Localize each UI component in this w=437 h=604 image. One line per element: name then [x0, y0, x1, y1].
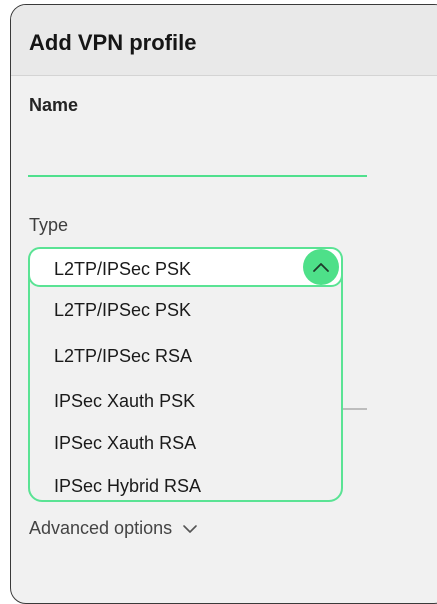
type-dropdown[interactable]: L2TP/IPSec PSK — [28, 247, 343, 287]
obscured-field-underline — [341, 408, 367, 410]
advanced-options-toggle[interactable]: Advanced options — [29, 518, 198, 539]
option-ipsec-hybrid-rsa[interactable]: IPSec Hybrid RSA — [54, 476, 201, 497]
advanced-options-label: Advanced options — [29, 518, 173, 538]
dialog-header: Add VPN profile — [11, 5, 437, 76]
name-label: Name — [29, 95, 79, 115]
option-l2tp-ipsec-rsa[interactable]: L2TP/IPSec RSA — [54, 346, 192, 367]
option-ipsec-xauth-psk[interactable]: IPSec Xauth PSK — [54, 391, 195, 412]
option-ipsec-xauth-rsa[interactable]: IPSec Xauth RSA — [54, 433, 196, 454]
collapse-dropdown-button[interactable] — [303, 249, 339, 285]
chevron-down-icon — [183, 524, 197, 533]
chevron-up-icon — [313, 263, 329, 272]
option-l2tp-ipsec-psk[interactable]: L2TP/IPSec PSK — [54, 300, 191, 321]
name-input[interactable] — [28, 125, 367, 177]
dialog-title: Add VPN profile — [29, 30, 197, 55]
type-label: Type — [29, 215, 69, 235]
type-selected-value: L2TP/IPSec PSK — [54, 259, 192, 279]
add-vpn-profile-dialog: Add VPN profile Name Type L2TP/IPSec PSK… — [10, 4, 437, 604]
